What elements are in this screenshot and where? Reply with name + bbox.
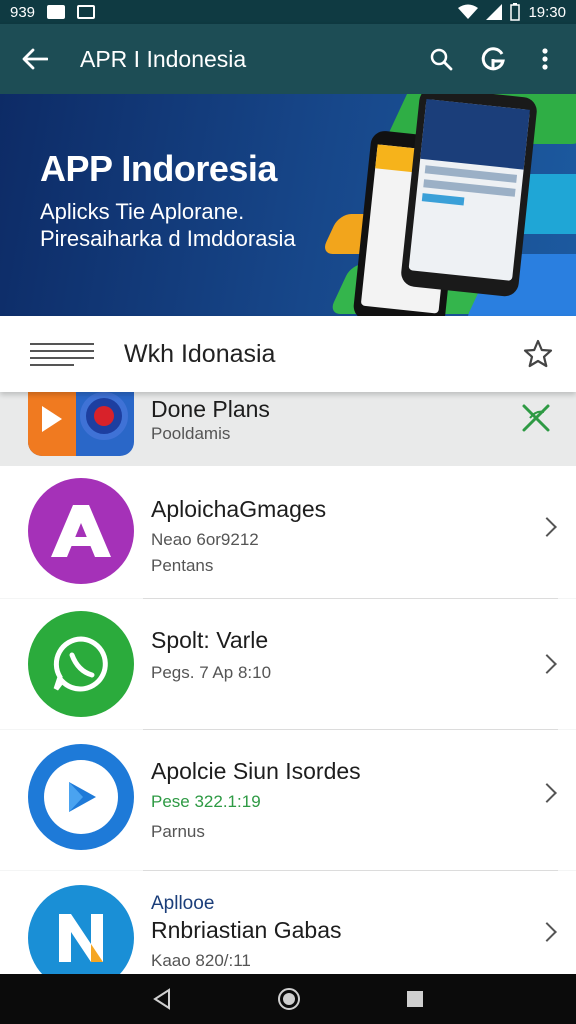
search-button[interactable] [424,42,458,76]
page-title: APR I Indonesia [80,45,247,72]
list-item[interactable]: AploichaGmages Neao 6or9212 Pentans [0,466,576,598]
app-name: Spolt: Varle [151,627,269,653]
app-icon-spolt [28,611,134,717]
app-meta: Pese 322.1:19 [151,792,261,811]
menu-icon[interactable] [28,339,96,369]
more-vert-icon [542,48,548,70]
list-item[interactable]: Spolt: Varle Pegs. 7 Ap 8:10 [0,599,576,729]
phone-mockup-front [399,94,539,298]
list-item[interactable]: Apolcie Siun Isordes Pese 322.1:19 Parnu… [0,730,576,870]
system-nav-bar [0,974,576,1024]
app-name: Done Plans [151,396,270,422]
app-meta-secondary: Parnus [151,822,205,841]
back-button[interactable] [18,42,52,76]
app-meta-secondary: Pentans [151,556,214,575]
app-icon-rnbriastian [28,885,134,974]
app-meta: Pegs. 7 Ap 8:10 [151,663,272,682]
app-tag: Apllooe [151,893,215,914]
chevron-right-icon [537,922,557,942]
banner-subtitle: Aplicks Tie Aplorane. Piresaiharka d Imd… [40,198,296,252]
search-bar[interactable]: Wkh Idonasia [0,316,576,392]
more-options-button[interactable] [528,42,562,76]
search-label: Wkh Idonasia [124,339,276,368]
app-bar: APR I Indonesia [0,24,576,94]
banner-headline: APP Indoresia [40,148,277,189]
app-list: Done Plans Pooldamis AploichaGmages Neao… [0,392,576,974]
list-item[interactable]: Apllooe Rnbriastian Gabas Kaao 820/:11 [0,871,576,974]
close-x-icon[interactable] [520,402,552,434]
app-meta: Kaao 820/:11 [151,951,251,970]
app-meta: Pooldamis [151,424,231,443]
status-bar: 939 19:30 [0,0,576,24]
promo-banner[interactable]: APP Indoresia Aplicks Tie Aplorane. Pire… [0,94,576,316]
app-icon-done-plans [28,392,134,456]
google-button[interactable] [476,42,510,76]
app-name: AploichaGmages [151,496,327,522]
banner-subtitle-line1: Aplicks Tie Aplorane. [40,199,245,224]
app-icon-apolcie [28,744,134,850]
app-icon-aploicha [28,478,134,584]
app-meta: Neao 6or9212 [151,530,259,549]
signal-icon [486,4,503,20]
banner-subtitle-line2: Piresaiharka d Imddorasia [40,226,296,251]
app-name: Rnbriastian Gabas [151,917,342,943]
chevron-right-icon [537,783,557,803]
chevron-right-icon [537,654,557,674]
google-icon [481,47,505,71]
status-time-left: 939 [10,3,36,21]
wifi-icon [458,4,479,19]
nav-home-icon[interactable] [277,987,301,1011]
search-icon [430,48,453,71]
chevron-right-icon [537,517,557,537]
notification-icon [47,5,66,19]
status-time-right: 19:30 [528,3,566,21]
notification-icon-2 [77,5,96,19]
app-name: Apolcie Siun Isordes [151,758,361,784]
arrow-back-icon [22,48,48,70]
battery-icon [510,3,521,21]
list-item[interactable]: Done Plans Pooldamis [0,392,576,466]
star-icon[interactable] [522,338,554,370]
nav-back-icon[interactable] [152,988,172,1010]
nav-recents-icon[interactable] [406,990,424,1008]
